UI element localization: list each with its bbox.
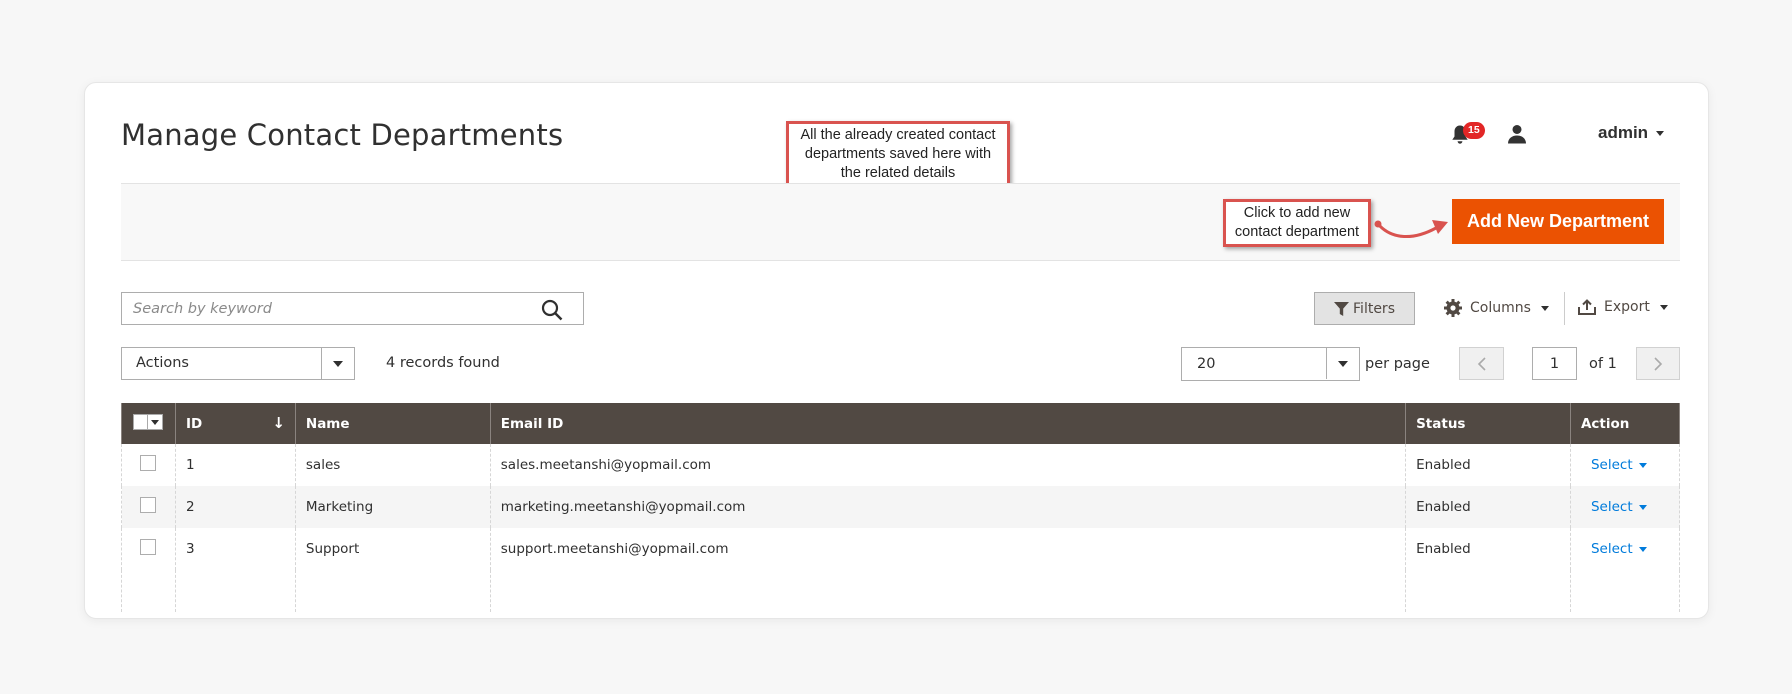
column-header-status[interactable]: Status [1405, 403, 1571, 444]
cell-email: marketing.meetanshi@yopmail.com [489, 486, 1407, 528]
row-select-cell [121, 528, 176, 570]
chevron-down-icon [1638, 546, 1647, 552]
cell-id: 1 [174, 444, 296, 486]
cell-action: Select [1569, 528, 1681, 570]
search-icon[interactable] [541, 299, 563, 321]
export-label: Export [1604, 299, 1650, 315]
columns-dropdown[interactable]: Columns [1444, 299, 1549, 317]
chevron-down-icon [1540, 305, 1549, 311]
column-status-label: Status [1416, 415, 1466, 432]
cell-status: Enabled [1405, 528, 1571, 570]
previous-page-button[interactable] [1459, 347, 1504, 380]
page-of-total: of 1 [1589, 356, 1617, 372]
search-input[interactable] [122, 293, 522, 324]
annotation-arrow-icon [1374, 220, 1448, 239]
cell-email: support.meetanshi@yopmail.com [489, 528, 1407, 570]
mass-select-checkbox[interactable] [133, 414, 163, 430]
notification-badge: 15 [1463, 122, 1485, 139]
sort-down-icon: ↓ [272, 414, 285, 432]
filters-label: Filters [1353, 300, 1395, 317]
per-page-value: 20 [1197, 356, 1216, 372]
export-dropdown[interactable]: Export [1578, 299, 1668, 315]
departments-grid: ID ↓ Name Email ID Status Action 1 sales… [121, 403, 1681, 612]
row-action-label: Select [1590, 499, 1633, 515]
chevron-down-icon [1656, 131, 1664, 136]
records-found: 4 records found [386, 355, 500, 371]
search-box [121, 292, 584, 325]
row-select-cell [121, 486, 176, 528]
row-checkbox[interactable] [140, 497, 156, 513]
divider [1564, 292, 1565, 325]
mass-actions-label: Actions [136, 355, 189, 371]
chevron-right-icon [1654, 356, 1663, 371]
cell-action: Select [1569, 486, 1681, 528]
column-email-label: Email ID [500, 415, 564, 432]
mass-actions-select[interactable]: Actions [121, 347, 355, 380]
table-row: 2 Marketing marketing.meetanshi@yopmail.… [121, 486, 1681, 528]
add-new-department-button[interactable]: Add New Department [1452, 199, 1664, 244]
chevron-down-icon [148, 415, 162, 429]
admin-user-menu[interactable]: admin [1598, 123, 1648, 143]
cell-id: 3 [174, 528, 296, 570]
row-action-label: Select [1590, 541, 1633, 557]
export-icon [1578, 299, 1596, 315]
chevron-down-icon [1326, 348, 1359, 379]
row-action-select[interactable]: Select [1591, 457, 1647, 473]
gear-icon [1444, 299, 1462, 317]
chevron-left-icon [1477, 356, 1486, 371]
columns-label: Columns [1470, 300, 1531, 316]
cell-action: Select [1569, 444, 1681, 486]
per-page-label: per page [1365, 356, 1430, 372]
column-action-label: Action [1580, 415, 1630, 432]
column-header-id[interactable]: ID ↓ [174, 403, 296, 444]
row-checkbox[interactable] [140, 455, 156, 471]
column-header-email[interactable]: Email ID [489, 403, 1407, 444]
cell-status: Enabled [1405, 486, 1571, 528]
row-action-label: Select [1590, 457, 1633, 473]
grid-header-row: ID ↓ Name Email ID Status Action [121, 403, 1681, 444]
chevron-down-icon [1659, 304, 1668, 310]
row-action-select[interactable]: Select [1591, 541, 1647, 557]
filter-icon [1334, 301, 1350, 316]
cell-email: sales.meetanshi@yopmail.com [489, 444, 1407, 486]
column-header-action: Action [1569, 403, 1681, 444]
cell-name: sales [294, 444, 491, 486]
current-page-input[interactable] [1532, 347, 1577, 380]
cell-id: 2 [174, 486, 296, 528]
cell-name: Marketing [294, 486, 491, 528]
cell-name: Support [294, 528, 491, 570]
table-row: 1 sales sales.meetanshi@yopmail.com Enab… [121, 444, 1681, 486]
cell-status: Enabled [1405, 444, 1571, 486]
table-row: 3 Support support.meetanshi@yopmail.com … [121, 528, 1681, 570]
annotation-callout-add: Click to add new contact department [1223, 199, 1371, 247]
column-name-label: Name [305, 415, 350, 432]
per-page-select[interactable]: 20 [1181, 347, 1360, 381]
row-action-select[interactable]: Select [1591, 499, 1647, 515]
user-icon[interactable] [1507, 124, 1527, 144]
chevron-down-icon [321, 348, 354, 379]
chevron-down-icon [1638, 504, 1647, 510]
row-checkbox[interactable] [140, 539, 156, 555]
table-row-cut-off [121, 570, 1681, 612]
chevron-down-icon [1638, 462, 1647, 468]
next-page-button[interactable] [1636, 347, 1680, 380]
column-id-label: ID [185, 415, 203, 432]
filters-button[interactable]: Filters [1314, 292, 1415, 325]
row-select-cell [121, 444, 176, 486]
mass-select-header[interactable] [121, 403, 176, 444]
column-header-name[interactable]: Name [294, 403, 491, 444]
annotation-callout-grid: All the already created contact departme… [786, 121, 1010, 188]
page-title: Manage Contact Departments [121, 118, 564, 152]
